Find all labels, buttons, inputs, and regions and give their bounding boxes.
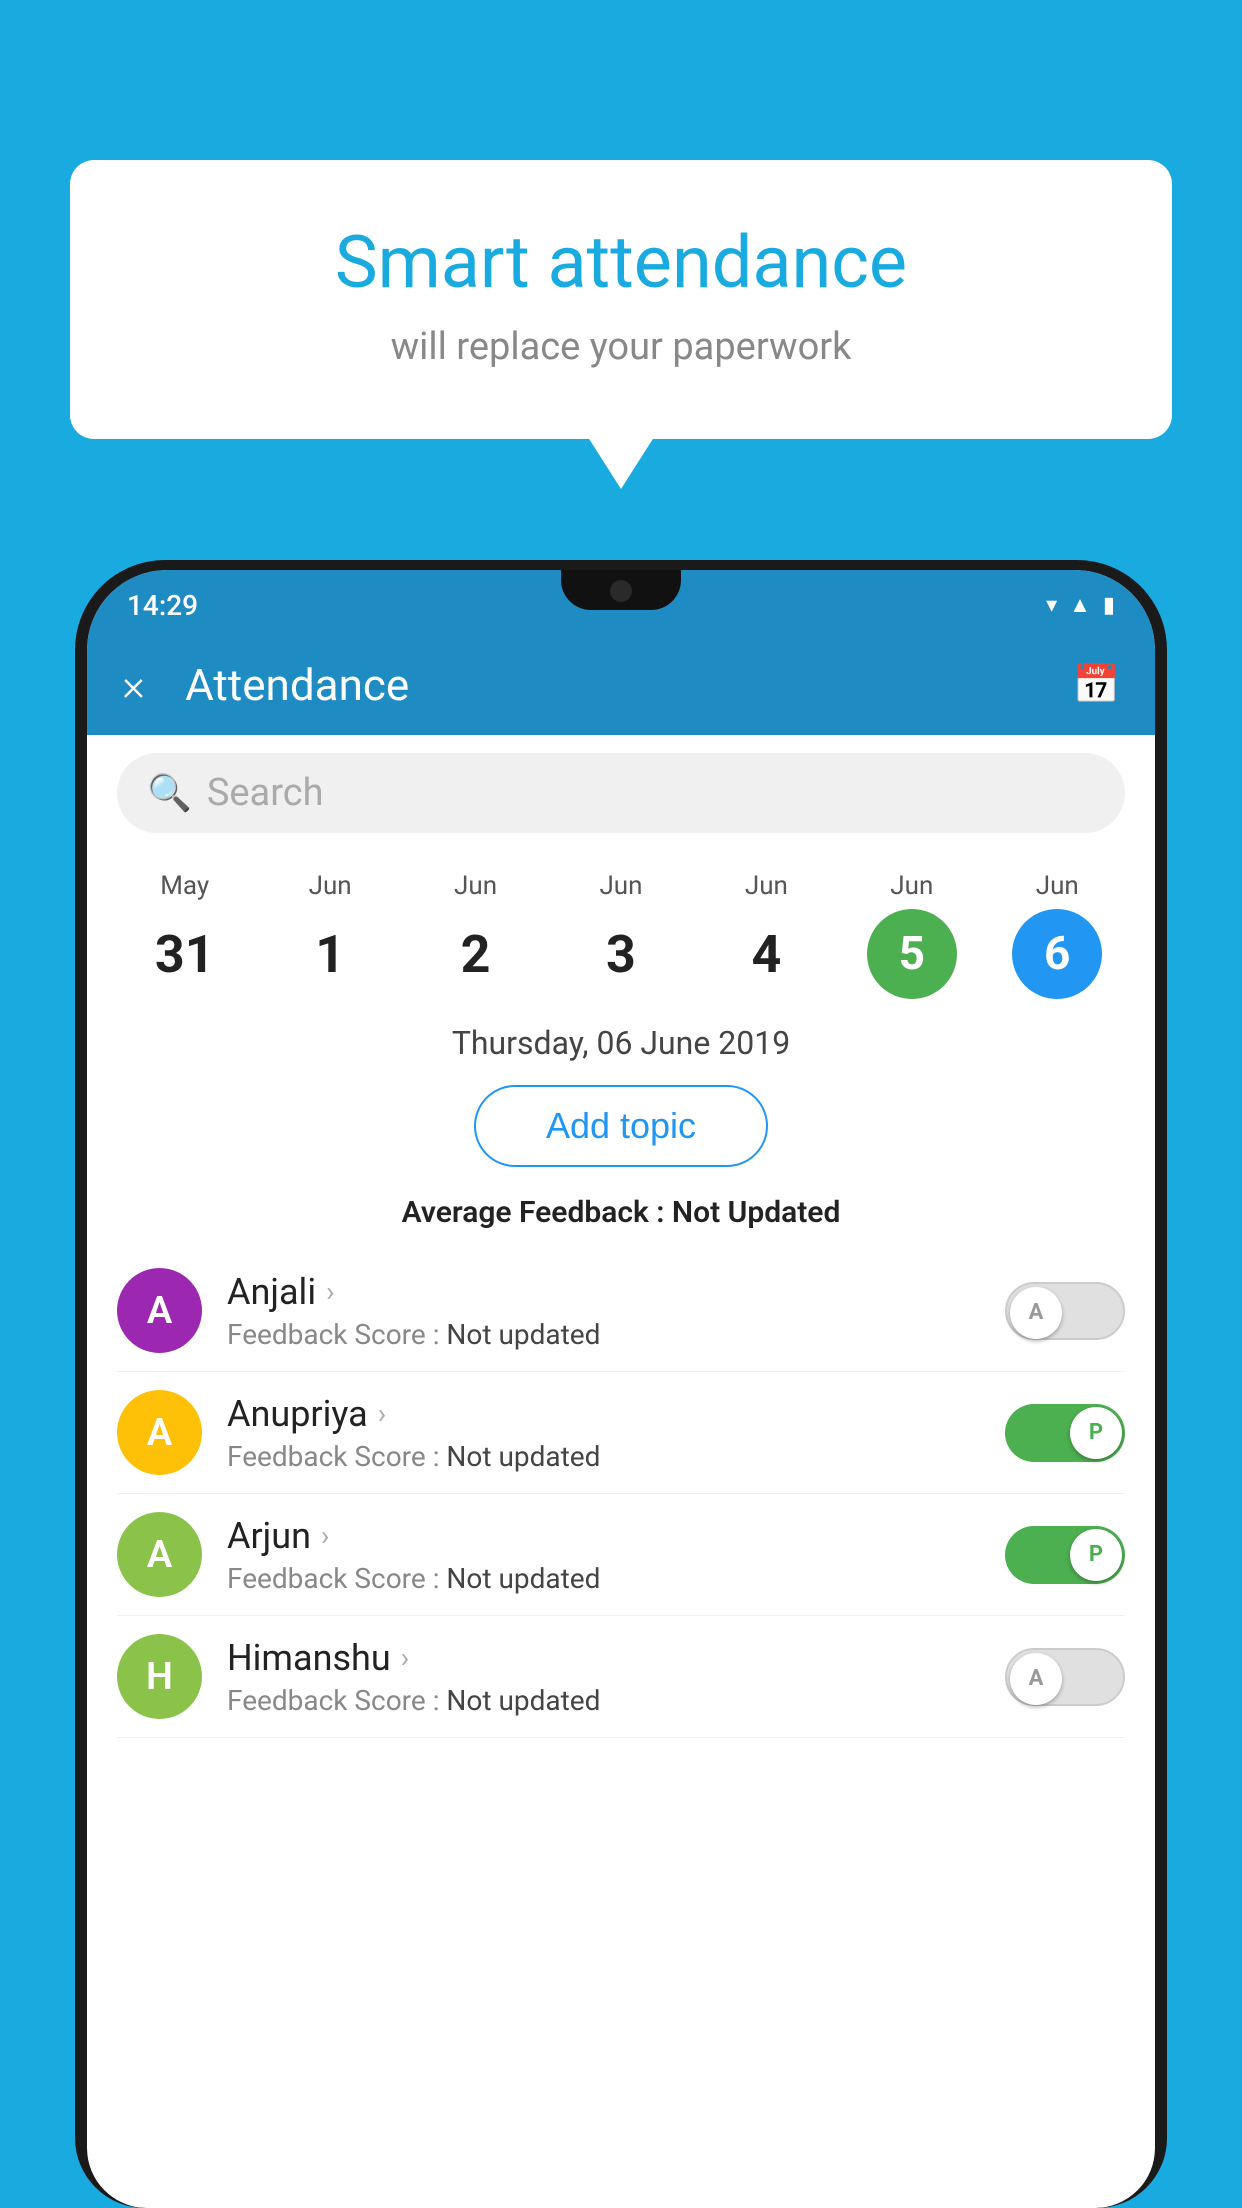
bubble-title: Smart attendance: [150, 220, 1092, 305]
toggle-knob: A: [1010, 1653, 1062, 1705]
avatar: A: [117, 1390, 202, 1475]
signal-icon: ▲: [1069, 592, 1091, 618]
battery-icon: ▮: [1103, 593, 1115, 618]
day-number-5[interactable]: 5: [867, 909, 957, 999]
avatar: A: [117, 1512, 202, 1597]
avg-feedback-label: Average Feedback :: [402, 1195, 672, 1230]
camera: [610, 580, 632, 602]
phone-inner: 14:29 ▾ ▲ ▮ × Attendance 📅 🔍 Search Ma: [87, 570, 1155, 2208]
chevron-icon: ›: [321, 1519, 329, 1552]
date-col-6[interactable]: Jun 6: [985, 871, 1130, 999]
status-time: 14:29: [127, 589, 198, 622]
status-icons: ▾ ▲ ▮: [1046, 592, 1115, 618]
toggle-knob: P: [1070, 1407, 1122, 1459]
student-list: AAnjali ›Feedback Score : Not updatedAAA…: [87, 1250, 1155, 1738]
student-feedback: Feedback Score : Not updated: [227, 1318, 980, 1351]
day-number-3[interactable]: 3: [576, 909, 666, 999]
day-number-2[interactable]: 2: [431, 909, 521, 999]
avatar: H: [117, 1634, 202, 1719]
add-topic-button[interactable]: Add topic: [474, 1085, 768, 1167]
date-col-2[interactable]: Jun 2: [403, 871, 548, 999]
app-title: Attendance: [185, 659, 1033, 711]
chevron-icon: ›: [378, 1397, 386, 1430]
wifi-icon: ▾: [1046, 593, 1057, 618]
month-label-3: Jun: [599, 871, 642, 901]
close-button[interactable]: ×: [122, 659, 145, 711]
date-strip: May 31 Jun 1 Jun 2 Jun 3 Jun 4 Jun 5 Jun 6: [87, 851, 1155, 1009]
month-label-4: Jun: [745, 871, 788, 901]
student-name[interactable]: Anjali ›: [227, 1271, 980, 1313]
date-col-3[interactable]: Jun 3: [548, 871, 693, 999]
search-icon: 🔍: [147, 772, 192, 814]
day-number-6[interactable]: 6: [1012, 909, 1102, 999]
chevron-icon: ›: [401, 1641, 409, 1674]
search-placeholder: Search: [207, 771, 324, 815]
student-item[interactable]: A Arjun › Feedback Score : Not updated P: [117, 1494, 1125, 1616]
speech-bubble: Smart attendance will replace your paper…: [70, 160, 1172, 439]
month-label-1: Jun: [309, 871, 352, 901]
student-feedback: Feedback Score : Not updated: [227, 1684, 980, 1717]
student-feedback: Feedback Score : Not updated: [227, 1562, 980, 1595]
day-number-0[interactable]: 31: [140, 909, 230, 999]
student-info: Anupriya › Feedback Score : Not updated: [227, 1393, 980, 1473]
date-col-1[interactable]: Jun 1: [257, 871, 402, 999]
student-info: Anjali › Feedback Score : Not updated: [227, 1271, 980, 1351]
calendar-icon[interactable]: 📅: [1073, 663, 1120, 707]
toggle-knob: A: [1010, 1287, 1062, 1339]
month-label-2: Jun: [454, 871, 497, 901]
app-header: × Attendance 📅: [87, 635, 1155, 735]
search-bar[interactable]: 🔍 Search: [117, 753, 1125, 833]
attendance-toggle[interactable]: A: [1005, 1282, 1125, 1340]
chevron-icon: ›: [326, 1275, 334, 1308]
attendance-toggle[interactable]: P: [1005, 1526, 1125, 1584]
student-item[interactable]: H Himanshu › Feedback Score : Not updated A: [117, 1616, 1125, 1738]
student-item[interactable]: A Anupriya › Feedback Score : Not updated P: [117, 1372, 1125, 1494]
toggle-knob: P: [1070, 1529, 1122, 1581]
speech-bubble-container: Smart attendance will replace your paper…: [70, 160, 1172, 439]
date-col-5[interactable]: Jun 5: [839, 871, 984, 999]
month-label-6: Jun: [1036, 871, 1079, 901]
date-col-4[interactable]: Jun 4: [694, 871, 839, 999]
month-label-5: Jun: [890, 871, 933, 901]
attendance-toggle[interactable]: A: [1005, 1648, 1125, 1706]
avatar: A: [117, 1268, 202, 1353]
student-name[interactable]: Arjun ›: [227, 1515, 980, 1557]
student-name[interactable]: Himanshu ›: [227, 1637, 980, 1679]
student-name[interactable]: Anupriya ›: [227, 1393, 980, 1435]
student-item[interactable]: A Anjali › Feedback Score : Not updated A: [117, 1250, 1125, 1372]
bubble-subtitle: will replace your paperwork: [150, 325, 1092, 369]
day-number-4[interactable]: 4: [721, 909, 811, 999]
date-col-0[interactable]: May 31: [112, 871, 257, 999]
student-feedback: Feedback Score : Not updated: [227, 1440, 980, 1473]
phone-notch: [561, 570, 681, 610]
day-number-1[interactable]: 1: [285, 909, 375, 999]
student-info: Himanshu › Feedback Score : Not updated: [227, 1637, 980, 1717]
selected-date: Thursday, 06 June 2019: [87, 1009, 1155, 1067]
student-info: Arjun › Feedback Score : Not updated: [227, 1515, 980, 1595]
phone-screen: 14:29 ▾ ▲ ▮ × Attendance 📅 🔍 Search Ma: [87, 570, 1155, 2208]
month-label-0: May: [160, 871, 209, 901]
avg-feedback: Average Feedback : Not Updated: [87, 1185, 1155, 1250]
phone-frame: 14:29 ▾ ▲ ▮ × Attendance 📅 🔍 Search Ma: [75, 560, 1167, 2208]
attendance-toggle[interactable]: P: [1005, 1404, 1125, 1462]
avg-feedback-value: Not Updated: [672, 1195, 840, 1230]
